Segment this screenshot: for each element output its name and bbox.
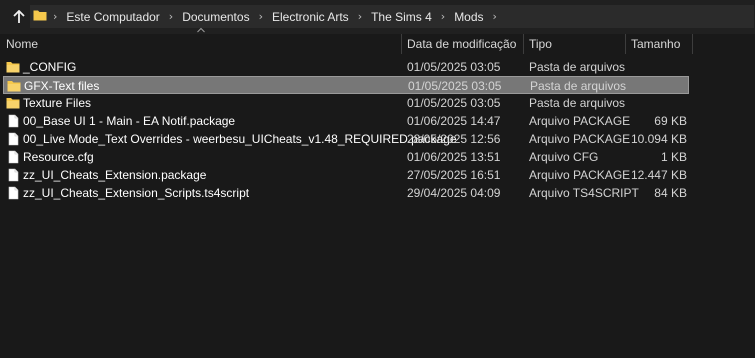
file-date: 01/05/2025 03:05 bbox=[407, 96, 501, 110]
column-divider[interactable] bbox=[401, 34, 402, 54]
column-divider[interactable] bbox=[692, 34, 693, 54]
file-name: zz_UI_Cheats_Extension_Scripts.ts4script bbox=[23, 186, 250, 200]
address-path[interactable]: › Este Computador › Documentos › Electroni… bbox=[30, 5, 754, 28]
file-row[interactable]: 00_Live Mode_Text Overrides - weerbesu_U… bbox=[3, 130, 689, 148]
file-date: 01/05/2025 03:05 bbox=[408, 79, 502, 93]
folder-icon bbox=[7, 79, 21, 93]
file-date: 01/06/2025 13:51 bbox=[407, 150, 501, 164]
file-date: 27/05/2025 16:51 bbox=[407, 168, 501, 182]
breadcrumb-label: Mods bbox=[454, 9, 484, 24]
folder-icon bbox=[33, 8, 47, 25]
up-arrow-icon[interactable] bbox=[10, 7, 28, 27]
column-divider[interactable] bbox=[523, 34, 524, 54]
address-bar: › Este Computador › Documentos › Electroni… bbox=[0, 0, 755, 34]
file-row[interactable]: Texture Files 01/05/2025 03:05 Pasta de ar… bbox=[3, 94, 689, 112]
file-icon bbox=[6, 132, 20, 146]
file-type: Arquivo PACKAGE bbox=[529, 168, 631, 182]
column-date[interactable]: Data de modificação bbox=[407, 34, 516, 54]
column-divider[interactable] bbox=[625, 34, 626, 54]
file-size: 12.447 KB bbox=[630, 168, 687, 182]
sort-ascending-icon bbox=[197, 27, 205, 33]
file-icon bbox=[6, 114, 20, 128]
file-type: Arquivo TS4SCRIPT bbox=[529, 186, 639, 200]
file-type: Pasta de arquivos bbox=[530, 79, 627, 93]
breadcrumb-label: Electronic Arts bbox=[271, 9, 349, 24]
column-type[interactable]: Tipo bbox=[529, 34, 552, 54]
chevron-right-icon[interactable]: › bbox=[493, 10, 497, 23]
file-name: 00_Live Mode_Text Overrides - weerbesu_U… bbox=[23, 132, 457, 146]
file-date: 01/06/2025 14:47 bbox=[407, 114, 501, 128]
file-row[interactable]: GFX-Text files 01/05/2025 03:05 Pasta de a… bbox=[3, 76, 689, 94]
breadcrumb-item[interactable]: Documentos › bbox=[182, 10, 272, 24]
file-name: 00_Base UI 1 - Main - EA Notif.package bbox=[23, 114, 236, 128]
breadcrumb-item[interactable]: Este Computador › bbox=[66, 10, 182, 24]
file-date: 01/05/2025 03:05 bbox=[407, 60, 501, 74]
folder-icon bbox=[6, 96, 20, 110]
file-name: Resource.cfg bbox=[23, 150, 94, 164]
file-icon bbox=[6, 186, 20, 200]
file-name: _CONFIG bbox=[23, 60, 77, 74]
chevron-right-icon[interactable]: › bbox=[169, 10, 173, 23]
file-row[interactable]: zz_UI_Cheats_Extension.package 27/05/2025… bbox=[3, 166, 689, 184]
file-type: Pasta de arquivos bbox=[529, 60, 626, 74]
chevron-right-icon[interactable]: › bbox=[259, 10, 263, 23]
breadcrumb-label: Este Computador bbox=[66, 9, 160, 24]
breadcrumb-separator[interactable]: › bbox=[53, 10, 66, 23]
file-type: Arquivo CFG bbox=[529, 150, 599, 164]
column-header: Nome Data de modificação Tipo Tamanho bbox=[0, 34, 755, 54]
file-name: zz_UI_Cheats_Extension.package bbox=[23, 168, 207, 182]
file-icon bbox=[6, 150, 20, 164]
file-type: Pasta de arquivos bbox=[529, 96, 626, 110]
file-date: 28/05/2025 12:56 bbox=[407, 132, 501, 146]
file-type: Arquivo PACKAGE bbox=[529, 114, 631, 128]
file-icon bbox=[6, 168, 20, 182]
chevron-right-icon[interactable]: › bbox=[441, 10, 445, 23]
file-size: 84 KB bbox=[654, 186, 687, 200]
file-date: 29/04/2025 04:09 bbox=[407, 186, 501, 200]
breadcrumb-item[interactable]: Electronic Arts › bbox=[272, 10, 371, 24]
file-row[interactable]: 00_Base UI 1 - Main - EA Notif.package 01… bbox=[3, 112, 689, 130]
file-name: Texture Files bbox=[23, 96, 92, 110]
file-type: Arquivo PACKAGE bbox=[529, 132, 631, 146]
breadcrumb-label: Documentos bbox=[182, 9, 250, 24]
file-row[interactable]: _CONFIG 01/05/2025 03:05 Pasta de arquivos bbox=[3, 58, 689, 76]
file-size: 10.094 KB bbox=[630, 132, 687, 146]
file-name: GFX-Text files bbox=[24, 79, 100, 93]
file-row[interactable]: zz_UI_Cheats_Extension_Scripts.ts4script… bbox=[3, 184, 689, 202]
file-size: 69 KB bbox=[654, 114, 687, 128]
file-size: 1 KB bbox=[660, 150, 687, 164]
column-size[interactable]: Tamanho bbox=[631, 34, 680, 54]
folder-icon bbox=[6, 60, 20, 74]
file-row[interactable]: Resource.cfg 01/06/2025 13:51 Arquivo CFG 1… bbox=[3, 148, 689, 166]
chevron-right-icon[interactable]: › bbox=[358, 10, 362, 23]
breadcrumb-item[interactable]: Mods › bbox=[454, 10, 506, 24]
column-name[interactable]: Nome bbox=[6, 34, 38, 54]
breadcrumb-label: The Sims 4 bbox=[371, 9, 432, 24]
breadcrumb-item[interactable]: The Sims 4 › bbox=[371, 10, 454, 24]
